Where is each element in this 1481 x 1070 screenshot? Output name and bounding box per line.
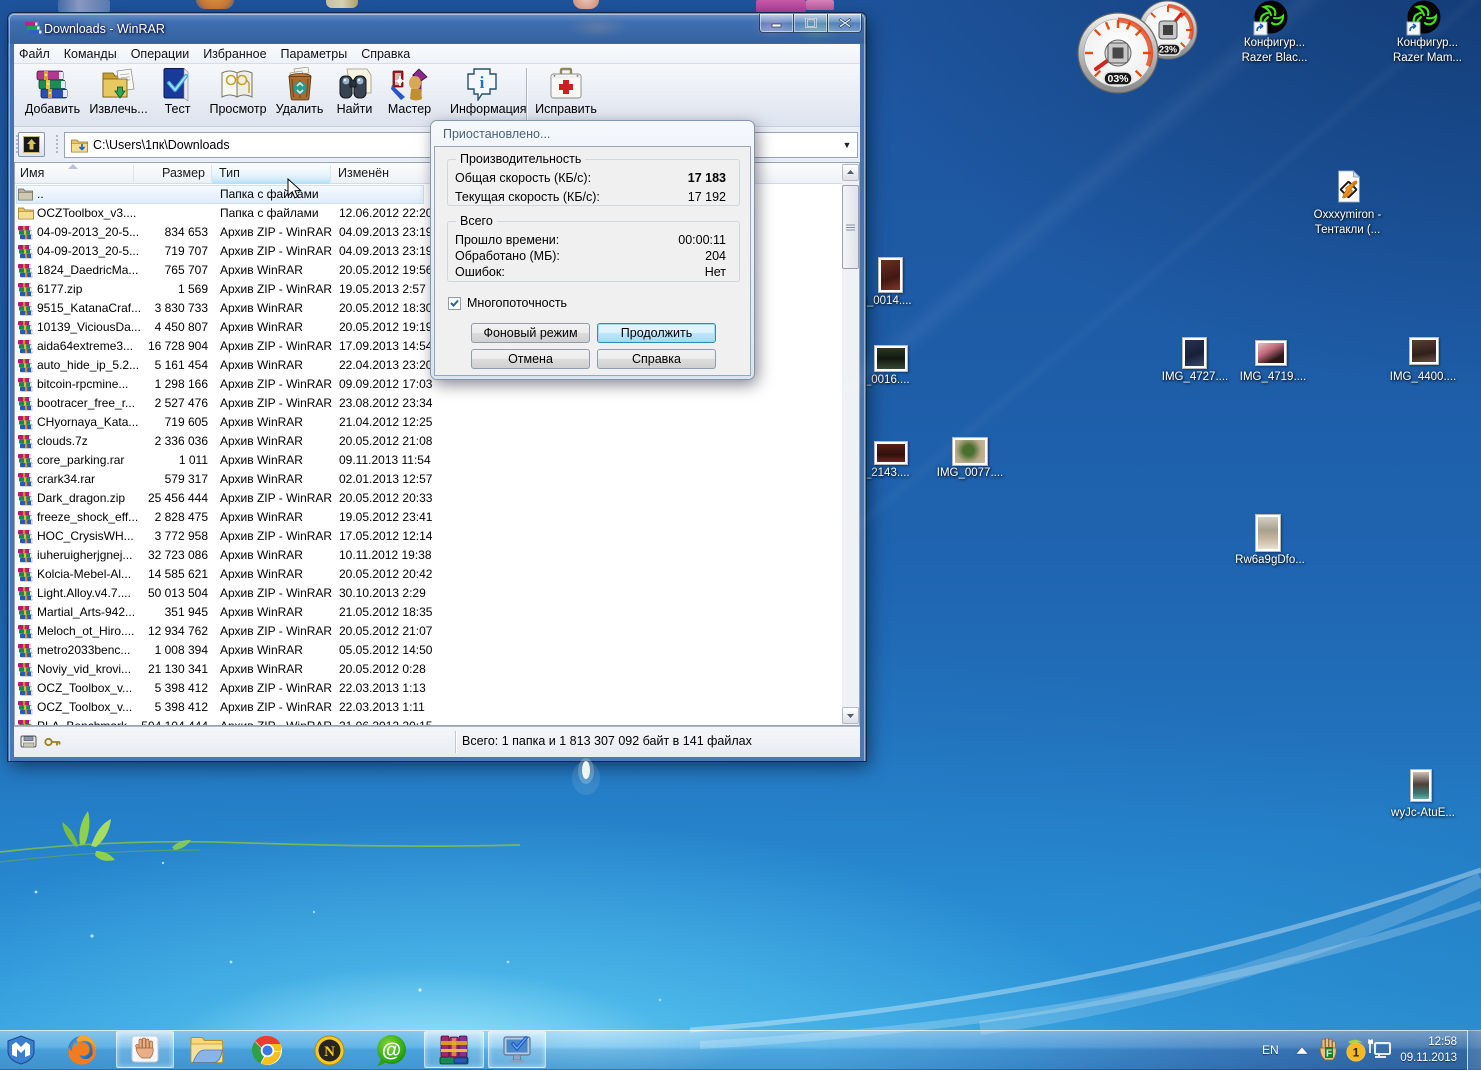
svg-text:@: @ bbox=[382, 1040, 402, 1062]
svg-text:N: N bbox=[324, 1044, 335, 1060]
svg-text:03%: 03% bbox=[1107, 73, 1129, 85]
svg-text:23%: 23% bbox=[1159, 45, 1177, 55]
svg-text:i: i bbox=[480, 73, 485, 92]
svg-text:1: 1 bbox=[1353, 1046, 1360, 1060]
svg-text:F: F bbox=[1326, 1049, 1332, 1060]
